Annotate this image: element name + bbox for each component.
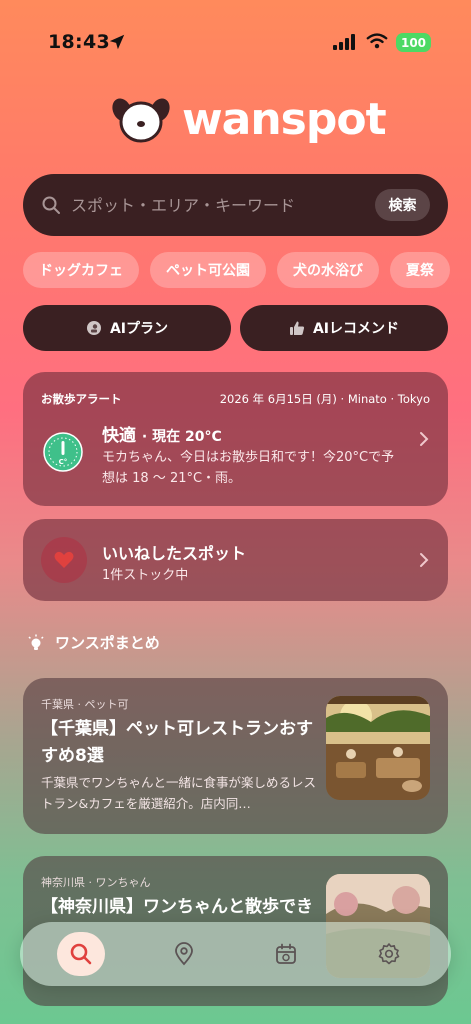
walk-alert-title: 快適 · 現在 20°C [102,421,222,446]
walk-alert-status: 快適 [102,426,136,446]
tab-search[interactable] [57,932,105,976]
map-pin-icon [175,942,193,966]
ai-recommend-label: AIレコメンド [312,321,400,337]
article-meta: 神奈川県 · ワンちゃん [41,876,151,889]
chevron-right-icon [420,432,429,446]
dog-face-icon [112,98,170,143]
article-title: 【神奈川県】ワンちゃんと散歩でき [41,897,313,917]
ai-head-icon [86,321,101,335]
article-meta: 千葉県 · ペット可 [41,698,129,711]
thumbs-up-icon [289,321,305,335]
app-name: wanspot [182,93,387,145]
heart-icon [54,551,74,568]
search-bar[interactable]: 検索 [23,174,448,236]
wifi-icon [366,33,388,49]
article-card[interactable]: 千葉県 · ペット可 【千葉県】ペット可レストランおすすめ8選 千葉県でワンちゃ… [23,678,448,834]
lightbulb-icon [28,634,44,650]
cellular-signal-icon [333,34,355,50]
chevron-right-icon [420,553,429,567]
search-input[interactable] [71,195,361,215]
status-time: 18:43 [48,31,110,53]
walk-alert-message: モカちゃん、今日はお散歩日和です！今20°Cで予想は 18 〜 21°C・雨。 [102,450,395,486]
article-thumbnail [326,696,430,800]
tab-calendar[interactable] [263,932,309,976]
status-bar: 18:43 100 [0,0,471,86]
thermometer-unit: C° [59,458,68,466]
walk-alert-card[interactable]: お散歩アラート 2026 年 6月15日 (月) · Minato · Toky… [23,372,448,506]
ai-plan-button[interactable]: AIプラン [23,305,231,351]
bottom-tab-bar [20,922,451,986]
search-icon [70,943,92,965]
walk-alert-header: お散歩アラート [41,392,122,406]
thermometer-icon: C° [43,432,83,472]
liked-spots-title: いいねしたスポット [102,544,247,563]
chip-dog-water-play[interactable]: 犬の水浴び [277,252,379,288]
location-arrow-icon [109,34,125,50]
chip-summer-festival[interactable]: 夏祭 [390,252,450,288]
calendar-icon [276,943,296,964]
chip-pet-park[interactable]: ペット可公園 [150,252,266,288]
battery-indicator: 100 [396,33,431,52]
tab-map[interactable] [161,932,207,976]
category-chips: ドッグカフェ ペット可公園 犬の水浴び 夏祭 [23,252,471,290]
article-description: 千葉県でワンちゃんと一緒に食事が楽しめるレストラン&カフェを厳選紹介。店内同… [41,775,317,811]
liked-spots-card[interactable]: いいねしたスポット 1件ストック中 [23,519,448,601]
gear-icon [378,943,400,965]
chip-dog-cafe[interactable]: ドッグカフェ [23,252,139,288]
heart-badge [41,537,87,583]
section-title: ワンスポまとめ [55,634,160,652]
article-title: 【千葉県】ペット可レストランおすすめ8選 [41,719,313,766]
search-icon [42,196,60,214]
walk-alert-temp: · 現在 20°C [141,429,222,445]
app-logo: wanspot [112,93,387,145]
tab-settings[interactable] [366,932,412,976]
ai-plan-label: AIプラン [109,321,169,337]
walk-alert-date-location: 2026 年 6月15日 (月) · Minato · Tokyo [219,392,430,406]
search-button[interactable]: 検索 [375,189,430,221]
liked-spots-count: 1件ストック中 [102,568,189,583]
ai-recommend-button[interactable]: AIレコメンド [240,305,448,351]
section-header: ワンスポまとめ [27,632,160,653]
